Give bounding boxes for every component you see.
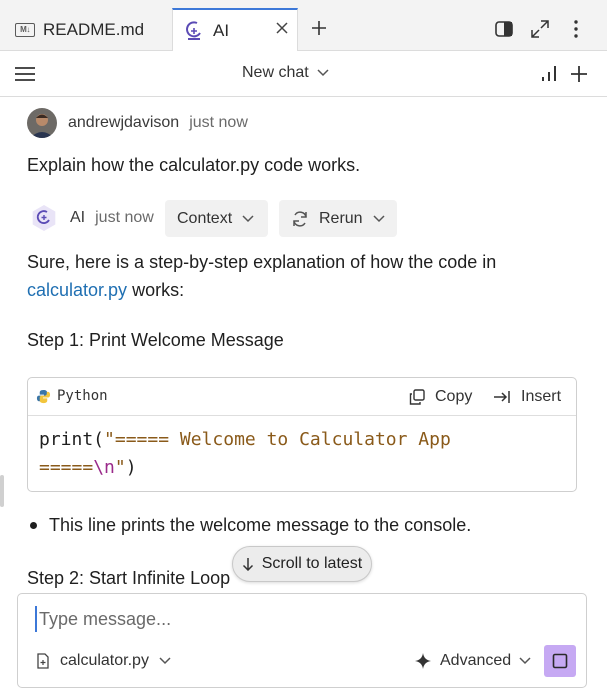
code-line: print("===== Welcome to Calculator App: [39, 429, 451, 450]
copy-icon: [409, 389, 425, 405]
step-heading: Step 1: Print Welcome Message: [27, 330, 284, 350]
ai-logo-icon: [32, 205, 56, 231]
tab-label: AI: [213, 21, 230, 40]
arrow-down-icon: [242, 558, 253, 571]
usage-chart-icon[interactable]: [539, 64, 559, 84]
maximize-icon[interactable]: [530, 19, 550, 39]
new-chat-plus-icon[interactable]: [569, 64, 589, 84]
user-message-header: andrewjdavison just now: [27, 108, 248, 138]
chevron-down-icon: [159, 657, 171, 665]
message-time: just now: [189, 114, 248, 131]
code-block-header: Python Copy Insert: [28, 378, 576, 416]
rerun-label: Rerun: [319, 209, 363, 227]
chevron-down-icon: [373, 214, 385, 222]
toggle-sidebar-icon[interactable]: [494, 19, 514, 39]
bullet-icon: [30, 522, 37, 529]
scroll-to-latest-button[interactable]: Scroll to latest: [232, 546, 372, 582]
markdown-icon: M↓: [15, 22, 35, 37]
code-line: =====\n"): [39, 457, 137, 478]
stop-button[interactable]: [544, 645, 576, 677]
tab-ai[interactable]: AI: [172, 8, 298, 52]
avatar: [27, 108, 57, 138]
conversation[interactable]: andrewjdavison just now Explain how the …: [0, 97, 607, 590]
code-block: Python Copy Insert print("===== Welcome …: [27, 377, 577, 492]
chevron-down-icon: [317, 69, 329, 77]
python-icon: [36, 389, 51, 403]
refresh-icon: [293, 210, 307, 227]
file-icon: [37, 653, 49, 669]
ai-logo-icon: [186, 21, 201, 40]
insert-label: Insert: [521, 388, 562, 405]
scroll-latest-label: Scroll to latest: [261, 555, 363, 572]
code-language: Python: [36, 388, 108, 404]
chevron-down-icon: [519, 657, 531, 665]
insert-code-button[interactable]: Insert: [493, 388, 561, 406]
chat-title: New chat: [242, 64, 309, 81]
tab-bar: M↓ README.md AI: [0, 0, 607, 52]
add-tab-icon[interactable]: [311, 20, 327, 36]
new-chat-dropdown[interactable]: New chat: [242, 64, 329, 82]
code-content: print("===== Welcome to Calculator App =…: [28, 416, 576, 491]
list-item-text: This line prints the welcome message to …: [49, 515, 472, 535]
file-link[interactable]: calculator.py: [27, 280, 127, 300]
insert-icon: [494, 391, 510, 403]
user-message-text: Explain how the calculator.py code works…: [27, 155, 361, 175]
more-options-icon[interactable]: [566, 19, 586, 39]
close-icon[interactable]: [275, 21, 289, 35]
language-label: Python: [57, 388, 108, 404]
attached-file-chip[interactable]: calculator.py: [36, 652, 171, 670]
rerun-button[interactable]: Rerun: [279, 200, 397, 237]
ai-message-header: AI just now: [30, 204, 154, 232]
copy-label: Copy: [435, 388, 473, 405]
sparkle-icon: [415, 653, 431, 669]
intro-suffix: works:: [132, 280, 185, 300]
attached-file-name: calculator.py: [60, 652, 149, 669]
message-author: AI: [70, 209, 86, 226]
message-input[interactable]: [35, 606, 565, 632]
context-dropdown[interactable]: Context: [165, 200, 268, 237]
intro-prefix: Sure, here is a step-by-step explanation…: [27, 252, 497, 272]
tab-readme[interactable]: M↓ README.md: [8, 8, 172, 51]
chevron-down-icon: [242, 214, 254, 222]
menu-icon[interactable]: [15, 66, 35, 82]
list-item: This line prints the welcome message to …: [30, 515, 471, 536]
tab-label: README.md: [43, 19, 145, 39]
context-label: Context: [177, 209, 233, 227]
copy-code-button[interactable]: Copy: [409, 388, 472, 406]
mode-label: Advanced: [440, 652, 512, 669]
message-author: andrewjdavison: [68, 114, 180, 131]
message-composer: calculator.py Advanced: [17, 593, 587, 688]
chat-toolbar: New chat: [0, 51, 607, 97]
mode-dropdown[interactable]: Advanced: [414, 652, 531, 670]
ai-intro-text: Sure, here is a step-by-step explanation…: [27, 248, 587, 304]
stop-icon: [552, 653, 568, 669]
message-time: just now: [95, 209, 154, 226]
resize-handle[interactable]: [0, 475, 4, 507]
